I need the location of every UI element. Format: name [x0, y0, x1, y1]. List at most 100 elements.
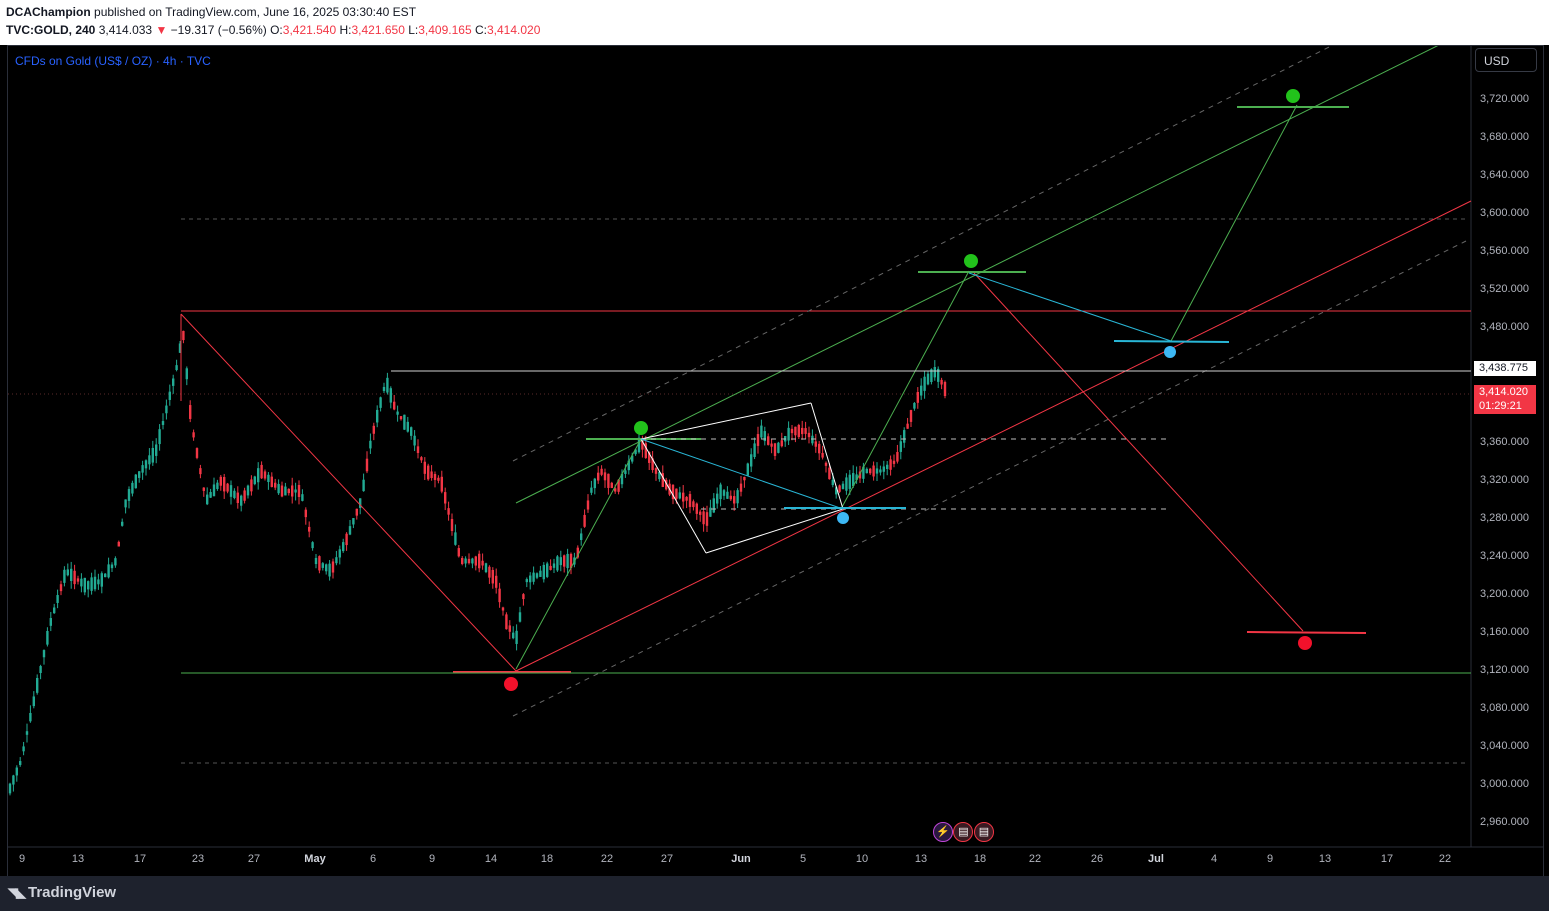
candle-body	[896, 452, 899, 462]
candle-body	[484, 563, 488, 573]
candle-body	[314, 557, 318, 565]
candle-body	[682, 492, 685, 502]
candle-body	[450, 519, 454, 531]
candle-body	[406, 421, 409, 432]
candle-body	[297, 484, 301, 498]
series-legend[interactable]: CFDs on Gold (US$ / OZ) · 4h · TVC	[15, 54, 211, 68]
candle-body	[491, 570, 494, 584]
candle-body	[546, 563, 549, 577]
candle-body	[743, 476, 746, 481]
candle-body	[831, 479, 834, 486]
candle-body	[399, 416, 403, 420]
candle-body	[478, 553, 481, 569]
candle-body	[73, 570, 76, 585]
cyan-leg-line	[968, 272, 1172, 342]
candle-body	[532, 572, 535, 582]
currency-button[interactable]: USD	[1475, 48, 1537, 72]
candle-body	[209, 492, 212, 498]
low-label: L:	[408, 23, 419, 37]
candle-body	[257, 468, 260, 483]
candle-body	[457, 548, 460, 557]
candle-body	[719, 484, 722, 500]
candle-body	[348, 526, 352, 535]
open-value: 3,421.540	[282, 23, 337, 37]
last-price-tag: 3,414.020 01:29:21	[1474, 385, 1536, 414]
time-tick-label: 27	[247, 853, 261, 865]
time-tick-label: 14	[484, 853, 498, 865]
candle-body	[838, 485, 841, 492]
candle-body	[692, 501, 695, 508]
candle-body	[372, 425, 375, 434]
time-tick-label: 13	[71, 853, 85, 865]
candle-body	[603, 472, 607, 481]
candle-body	[318, 556, 321, 571]
candle-body	[889, 459, 892, 470]
candle-body	[121, 521, 124, 526]
candle-body	[284, 486, 287, 496]
candle-body	[586, 500, 590, 510]
close-label: C:	[474, 23, 487, 37]
candle-body	[920, 385, 923, 396]
candle-body	[454, 532, 457, 545]
time-tick-label: May	[304, 853, 326, 865]
candle-body	[522, 594, 525, 600]
green-target-dot	[1286, 89, 1300, 103]
chart-canvas[interactable]	[8, 46, 1543, 876]
candle-body	[39, 666, 42, 674]
us-flag-icon[interactable]: ▤	[953, 822, 974, 842]
candle-body	[342, 542, 345, 552]
white-pattern-line	[705, 508, 844, 554]
candle-body	[151, 447, 154, 463]
candle-body	[447, 508, 450, 515]
candle-body	[267, 474, 270, 483]
candle-body	[702, 511, 705, 525]
price-tick-label: 3,240.000	[1480, 550, 1529, 562]
candle-body	[32, 696, 35, 707]
candle-body	[481, 560, 484, 566]
candle-body	[675, 488, 678, 499]
candle-body	[654, 468, 658, 474]
candle-body	[413, 435, 416, 446]
candle-body	[841, 483, 845, 489]
published-text: published on TradingView.com, June 16, 2…	[94, 5, 417, 19]
candle-body	[794, 426, 797, 436]
chart-pane[interactable]	[7, 45, 1544, 877]
candle-body	[610, 482, 613, 488]
candle-body	[331, 561, 335, 573]
candle-body	[566, 553, 569, 569]
candle-body	[226, 483, 229, 492]
candle-body	[172, 378, 175, 386]
candle-body	[750, 454, 753, 467]
candle-body	[263, 471, 267, 479]
candle-body	[277, 483, 280, 494]
lightning-icon[interactable]: ⚡	[933, 822, 953, 842]
candle-body	[216, 482, 219, 489]
candle-body	[923, 376, 926, 391]
candle-body	[726, 491, 729, 499]
candle-body	[474, 556, 477, 566]
candle-body	[488, 566, 491, 578]
candle-body	[845, 477, 848, 491]
candle-body	[583, 514, 586, 527]
publish-info: DCAChampion published on TradingView.com…	[6, 5, 416, 19]
candle-body	[787, 427, 790, 441]
candle-body	[376, 409, 379, 423]
candle-body	[161, 421, 165, 425]
last-price-value: 3,414.020	[1479, 386, 1528, 398]
candle-body	[909, 410, 913, 422]
candle-body	[46, 630, 49, 645]
author-name[interactable]: DCAChampion	[6, 5, 91, 19]
candle-body	[695, 503, 698, 514]
tradingview-logo[interactable]: ◥◣ TradingView	[8, 884, 116, 901]
last-price: 3,414.033	[98, 23, 153, 37]
globe-icon	[837, 512, 849, 524]
candle-body	[712, 498, 715, 513]
candle-body	[770, 443, 773, 447]
candle-body	[229, 485, 233, 497]
us-flag-icon[interactable]: ▤	[973, 822, 994, 842]
candle-body	[760, 425, 763, 438]
candle-body	[926, 373, 930, 385]
price-tick-label: 3,360.000	[1480, 436, 1529, 448]
candle-body	[8, 783, 12, 794]
price-tick-label: 3,040.000	[1480, 740, 1529, 752]
